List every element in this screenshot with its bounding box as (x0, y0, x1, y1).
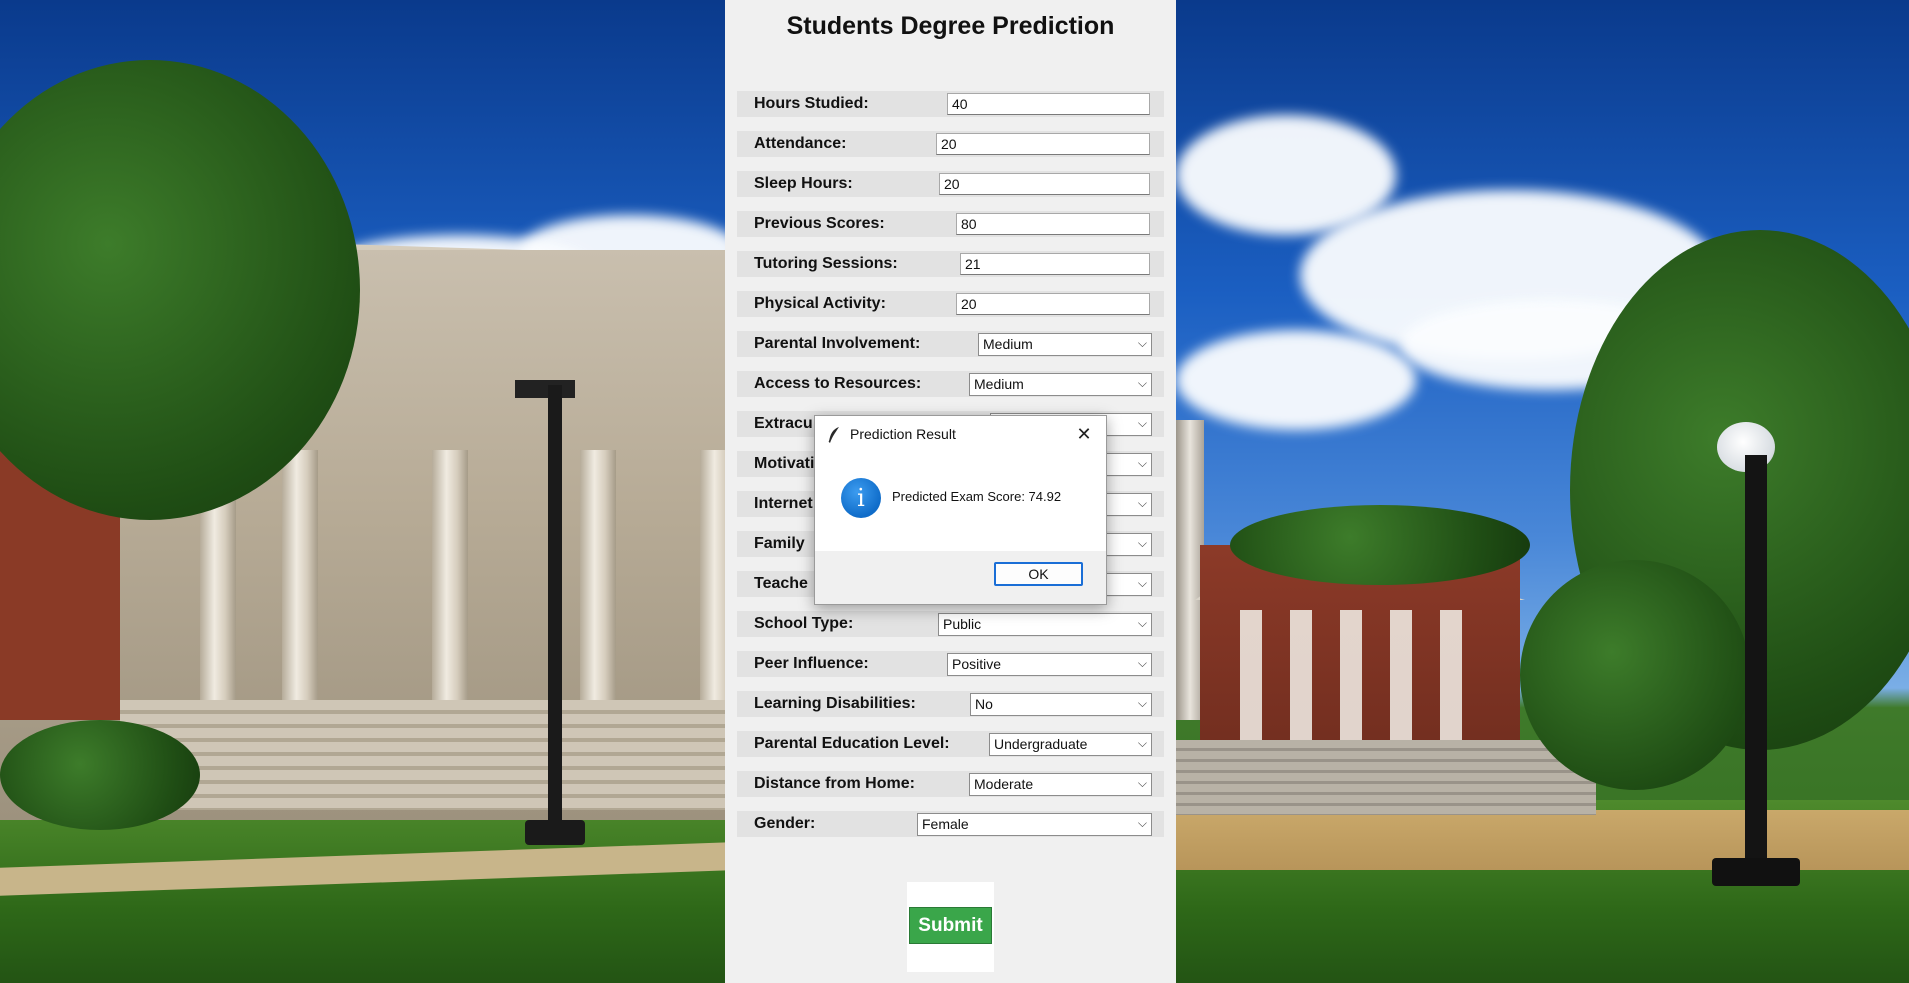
field-row-gender: Gender: Female ⌵ (737, 811, 1164, 837)
selected-value: Medium (983, 336, 1033, 352)
chevron-down-icon: ⌵ (1137, 616, 1147, 630)
parental-involvement-select[interactable]: Medium ⌵ (978, 333, 1152, 356)
access-to-resources-select[interactable]: Medium ⌵ (969, 373, 1152, 396)
tutoring-sessions-input[interactable]: 21 (960, 253, 1150, 275)
feather-icon (828, 427, 839, 443)
field-row-hours-studied: Hours Studied: 40 (737, 91, 1164, 117)
sleep-hours-input[interactable]: 20 (939, 173, 1150, 195)
field-row-physical-activity: Physical Activity: 20 (737, 291, 1164, 317)
dialog-title: Prediction Result (850, 426, 956, 442)
peer-influence-select[interactable]: Positive ⌵ (947, 653, 1152, 676)
field-label: Parental Education Level: (754, 735, 950, 752)
field-row-tutoring-sessions: Tutoring Sessions: 21 (737, 251, 1164, 277)
chevron-down-icon: ⌵ (1137, 736, 1147, 750)
dialog-body: i Predicted Exam Score: 74.92 (815, 454, 1106, 551)
tree (1230, 505, 1530, 585)
close-icon[interactable]: ✕ (1072, 422, 1096, 446)
field-row-parental-education-level: Parental Education Level: Undergraduate … (737, 731, 1164, 757)
chevron-down-icon: ⌵ (1137, 696, 1147, 710)
selected-value: Public (943, 616, 982, 632)
dialog-titlebar[interactable]: Prediction Result ✕ (815, 416, 1106, 454)
field-row-attendance: Attendance: 20 (737, 131, 1164, 157)
chevron-down-icon: ⌵ (1137, 536, 1147, 550)
lamp-post (548, 385, 562, 835)
lamp-post (1712, 858, 1800, 886)
dialog-message: Predicted Exam Score: 74.92 (892, 489, 1062, 504)
field-label: Family (754, 535, 805, 552)
selected-value: Medium (974, 376, 1024, 392)
building-steps (1176, 740, 1596, 815)
column (282, 450, 318, 710)
field-label: Gender: (754, 815, 816, 832)
gender-select[interactable]: Female ⌵ (917, 813, 1152, 836)
school-type-select[interactable]: Public ⌵ (938, 613, 1152, 636)
submit-button[interactable]: Submit (909, 907, 992, 944)
field-label: Parental Involvement: (754, 335, 921, 352)
field-row-parental-involvement: Parental Involvement: Medium ⌵ (737, 331, 1164, 357)
selected-value: Female (922, 816, 969, 832)
lamp-post (1745, 455, 1767, 865)
selected-value: Moderate (974, 776, 1034, 792)
hours-studied-input[interactable]: 40 (947, 93, 1150, 115)
field-label: Physical Activity: (754, 295, 886, 312)
attendance-input[interactable]: 20 (936, 133, 1150, 155)
field-label: Attendance: (754, 135, 847, 152)
field-row-learning-disabilities: Learning Disabilities: No ⌵ (737, 691, 1164, 717)
chevron-down-icon: ⌵ (1137, 656, 1147, 670)
info-icon: i (841, 478, 881, 518)
field-label: Previous Scores: (754, 215, 885, 232)
field-label: Internet (754, 495, 813, 512)
chevron-down-icon: ⌵ (1137, 376, 1147, 390)
shrub (0, 720, 200, 830)
building-windows (1240, 610, 1480, 760)
chevron-down-icon: ⌵ (1137, 776, 1147, 790)
submit-area: Submit (907, 882, 994, 972)
field-label: Distance from Home: (754, 775, 915, 792)
ok-button[interactable]: OK (994, 562, 1083, 586)
lamp-post (525, 820, 585, 845)
parental-education-level-select[interactable]: Undergraduate ⌵ (989, 733, 1152, 756)
selected-value: No (975, 696, 993, 712)
page-title: Students Degree Prediction (786, 12, 1115, 40)
field-row-previous-scores: Previous Scores: 80 (737, 211, 1164, 237)
field-label: School Type: (754, 615, 854, 632)
field-label: Motivati (754, 455, 815, 472)
selected-value: Positive (952, 656, 1002, 672)
building-steps (120, 700, 730, 810)
distance-from-home-select[interactable]: Moderate ⌵ (969, 773, 1152, 796)
field-label: Tutoring Sessions: (754, 255, 898, 272)
field-label: Hours Studied: (754, 95, 869, 112)
selected-value: Undergraduate (994, 736, 1088, 752)
field-label: Access to Resources: (754, 375, 922, 392)
chevron-down-icon: ⌵ (1137, 576, 1147, 590)
prediction-result-dialog: Prediction Result ✕ i Predicted Exam Sco… (814, 415, 1107, 605)
physical-activity-input[interactable]: 20 (956, 293, 1150, 315)
field-row-distance-from-home: Distance from Home: Moderate ⌵ (737, 771, 1164, 797)
chevron-down-icon: ⌵ (1137, 336, 1147, 350)
chevron-down-icon: ⌵ (1137, 496, 1147, 510)
field-label: Extracu (754, 415, 813, 432)
field-row-sleep-hours: Sleep Hours: 20 (737, 171, 1164, 197)
dialog-footer: OK (815, 551, 1106, 604)
field-label: Peer Influence: (754, 655, 869, 672)
field-label: Sleep Hours: (754, 175, 853, 192)
column (432, 450, 468, 710)
chevron-down-icon: ⌵ (1137, 416, 1147, 430)
lamp-post (515, 380, 575, 398)
field-label: Learning Disabilities: (754, 695, 916, 712)
cloud (1176, 330, 1416, 430)
field-row-peer-influence: Peer Influence: Positive ⌵ (737, 651, 1164, 677)
chevron-down-icon: ⌵ (1137, 456, 1147, 470)
field-label: Teache (754, 575, 808, 592)
column (580, 450, 616, 710)
tree (1520, 560, 1750, 790)
field-row-access-to-resources: Access to Resources: Medium ⌵ (737, 371, 1164, 397)
field-row-school-type: School Type: Public ⌵ (737, 611, 1164, 637)
chevron-down-icon: ⌵ (1137, 816, 1147, 830)
previous-scores-input[interactable]: 80 (956, 213, 1150, 235)
learning-disabilities-select[interactable]: No ⌵ (970, 693, 1152, 716)
